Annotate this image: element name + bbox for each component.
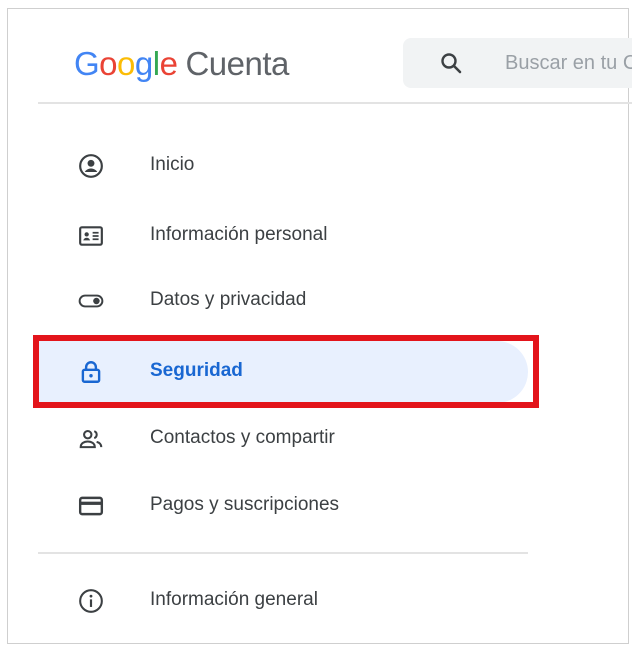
highlight-annotation — [33, 335, 539, 408]
logo-letter: G — [74, 45, 100, 82]
logo-letter: o — [99, 45, 118, 82]
account-circle-icon — [79, 154, 103, 178]
sidebar-item-contactos-compartir[interactable]: Contactos y compartir — [38, 408, 528, 470]
people-icon — [79, 429, 103, 449]
sidebar-item-label: Información personal — [150, 224, 328, 245]
sidebar-item-inicio[interactable]: Inicio — [38, 135, 528, 197]
sidebar-item-label: Datos y privacidad — [150, 289, 307, 310]
sidebar-item-label: Inicio — [150, 154, 195, 175]
google-account-logo[interactable]: Google Cuenta — [74, 45, 289, 83]
sidebar-item-datos-privacidad[interactable]: Datos y privacidad — [38, 270, 528, 332]
search-bar[interactable] — [403, 38, 632, 88]
info-icon — [79, 589, 103, 613]
logo-letter: g — [134, 45, 153, 82]
sidebar-item-informacion-general[interactable]: Información general — [38, 570, 528, 632]
search-icon[interactable] — [439, 51, 463, 75]
logo-letter: o — [117, 45, 135, 82]
logo-letter: l — [152, 45, 160, 82]
sidebar-item-label: Información general — [150, 589, 318, 610]
logo-letter: e — [159, 45, 178, 82]
id-card-icon — [79, 226, 103, 246]
sidebar-item-informacion-personal[interactable]: Información personal — [38, 205, 528, 267]
header-divider — [38, 102, 632, 104]
credit-card-icon — [78, 496, 104, 516]
logo-product-name: Cuenta — [185, 45, 289, 82]
sidebar-item-pagos-suscripciones[interactable]: Pagos y suscripciones — [38, 475, 528, 537]
toggle-icon — [78, 294, 104, 308]
search-input[interactable] — [505, 48, 632, 78]
sidebar-item-label: Pagos y suscripciones — [150, 494, 340, 515]
sidebar-item-label: Contactos y compartir — [150, 427, 335, 448]
sidebar-divider — [38, 552, 528, 554]
